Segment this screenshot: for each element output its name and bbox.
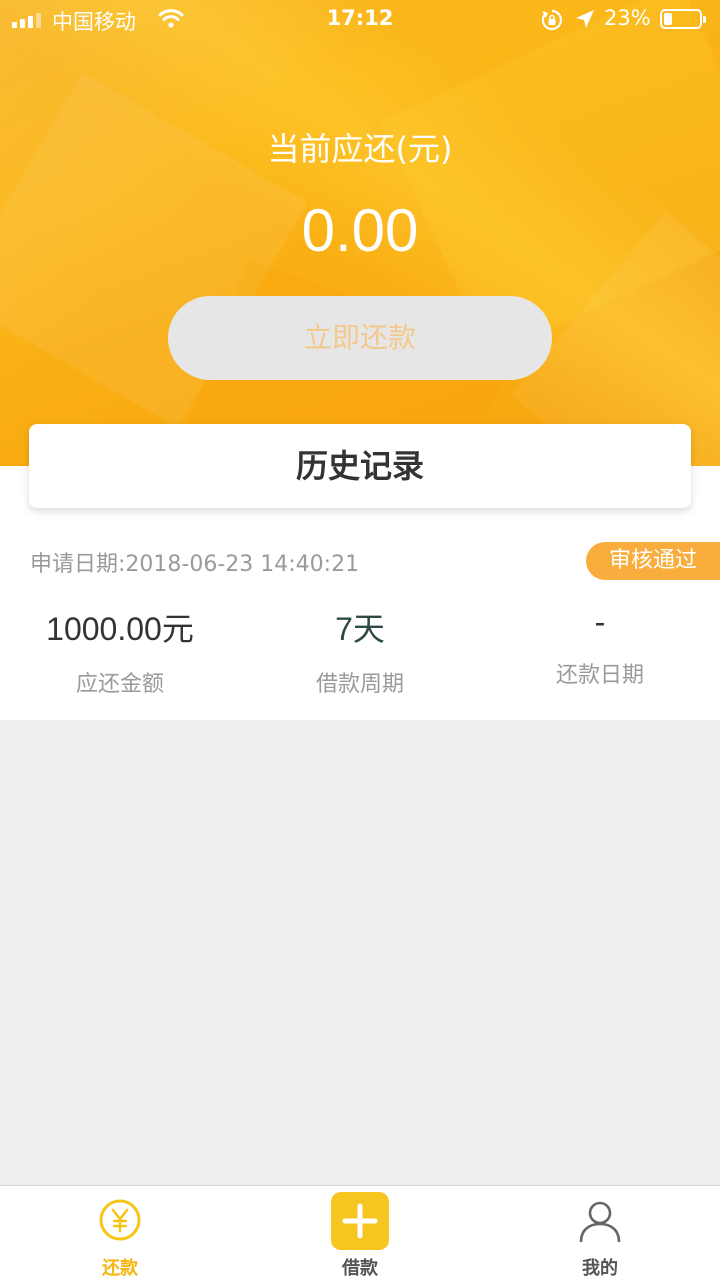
amount-due-label: 当前应还(元)	[267, 130, 453, 168]
person-icon	[480, 1198, 720, 1250]
loan-period-value: 7天	[335, 611, 385, 647]
bottom-tab-bar: 还款 借款 我的	[0, 1185, 720, 1280]
tab-repay[interactable]: 还款	[0, 1186, 240, 1280]
tab-borrow-label: 借款	[342, 1258, 378, 1279]
amount-due-stat: 1000.00元 应还金额	[0, 604, 240, 698]
plus-icon	[331, 1192, 389, 1250]
repay-date-label: 还款日期	[555, 663, 644, 688]
tab-mine[interactable]: 我的	[480, 1186, 720, 1280]
status-badge: 审核通过	[586, 542, 720, 580]
repay-date-value: -	[594, 604, 606, 640]
rotation-lock-icon	[540, 8, 564, 37]
battery-percent: 23%	[604, 6, 651, 30]
battery-icon	[660, 9, 706, 29]
tab-mine-label: 我的	[582, 1258, 618, 1279]
amount-due-value: 0.00	[301, 197, 419, 264]
amount-due-stat-label: 应还金额	[75, 672, 164, 697]
application-date: 申请日期:2018-06-23 14:40:21	[30, 552, 360, 577]
tab-repay-label: 还款	[102, 1258, 138, 1279]
loan-period-stat: 7天 借款周期	[240, 604, 480, 698]
repay-date-stat: - 还款日期	[480, 604, 720, 689]
repayment-header: 中国移动 17:12 23% 当前应还(元) 0.00 立即还款	[0, 0, 720, 466]
status-bar: 中国移动 17:12 23%	[0, 0, 720, 40]
amount-due-stat-value: 1000.00元	[46, 611, 194, 647]
yen-circle-icon	[0, 1198, 240, 1250]
repay-now-button[interactable]: 立即还款	[168, 296, 552, 380]
history-title-card[interactable]: 历史记录	[29, 424, 691, 508]
location-arrow-icon	[574, 8, 596, 35]
battery-level	[664, 13, 672, 25]
tab-borrow[interactable]: 借款	[240, 1186, 480, 1280]
loan-period-label: 借款周期	[315, 672, 404, 697]
